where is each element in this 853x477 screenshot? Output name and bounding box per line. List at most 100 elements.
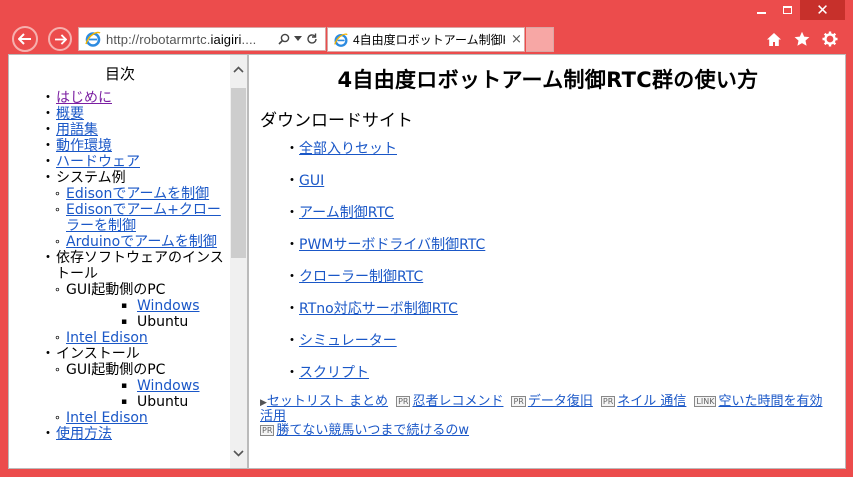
list-item: アーム制御RTC [285,203,845,235]
toc-subitem: GUI起動側のPC Windows Ubuntu [9,282,231,330]
toc-item: ハードウェア [9,154,231,170]
dropdown-icon[interactable] [294,36,302,42]
url-text: http://robotarmrtc.iaigiri.... [106,32,274,47]
scroll-thumb[interactable] [231,88,246,258]
toc-subsubitem: Windows [9,298,231,314]
toc-item: 依存ソフトウェアのインストール GUI起動側のPC Windows Ubuntu… [9,250,231,346]
maximize-button[interactable] [774,0,800,20]
toc-item: 使用方法 [9,426,231,442]
pr-badge: PR [511,396,526,407]
toc-list: はじめに 概要 用語集 動作環境 ハードウェア システム例 Edisonでアーム… [9,90,231,442]
toc-link-edison-arm[interactable]: Edisonでアームを制御 [66,186,209,202]
toc-subitem: GUI起動側のPC Windows Ubuntu [9,362,231,410]
ie-logo-icon [334,33,348,47]
download-link[interactable]: クローラー制御RTC [299,269,423,285]
toc-label-deps-ubuntu: Ubuntu [137,314,189,330]
ad-link[interactable]: 忍者レコメンド [412,394,503,409]
download-links: 全部入りセット GUI アーム制御RTC PWMサーボドライバ制御RTC クロー… [285,139,845,395]
pr-badge: PR [260,425,275,436]
toc-item: インストール GUI起動側のPC Windows Ubuntu Intel Ed… [9,346,231,426]
back-arrow-icon [18,33,31,45]
toc-subsubitem: Ubuntu [9,394,231,410]
toc-link-install-edison[interactable]: Intel Edison [66,410,148,426]
toc-subitem: Arduinoでアームを制御 [9,234,231,250]
ad-link[interactable]: データ復旧 [528,394,593,409]
toc-subsubitem: Windows [9,378,231,394]
ad-link[interactable]: セットリスト まとめ [267,394,388,409]
toc-label-install-gui: GUI起動側のPC [66,362,166,378]
url-host: http://robotarmrtc. [106,31,211,47]
link-badge: LINK [694,396,717,407]
toc-link-environment[interactable]: 動作環境 [56,138,112,154]
address-tools [278,33,318,45]
favorites-star-icon[interactable] [793,30,811,48]
download-link[interactable]: GUI [299,173,324,189]
page-content: 目次 はじめに 概要 用語集 動作環境 ハードウェア システム例 Edisonで… [8,54,846,469]
download-link[interactable]: アーム制御RTC [299,205,394,221]
list-item: スクリプト [285,363,845,395]
maximize-icon [782,6,792,14]
minimize-button[interactable] [748,0,774,20]
list-item: シミュレーター [285,331,845,363]
toc-link-overview[interactable]: 概要 [56,106,84,122]
tab-close-icon[interactable]: × [511,32,522,47]
new-tab-button[interactable] [526,27,554,52]
address-bar[interactable]: http://robotarmrtc.iaigiri.... [78,27,326,51]
forward-button[interactable] [48,27,72,51]
ad-link[interactable]: 勝てない競馬いつまで続けるのw [276,423,469,438]
refresh-icon[interactable] [306,33,318,45]
close-window-button[interactable]: ✕ [800,0,845,20]
toc-item: システム例 Edisonでアームを制御 Edisonでアーム+クローラーを制御 … [9,170,231,250]
ad-links: ▶セットリスト まとめ PR 忍者レコメンド PR データ復旧 PR ネイル 通信 LINK 空… [260,395,830,438]
url-rest: .... [241,31,257,47]
toc-link-intro[interactable]: はじめに [56,90,112,106]
minimize-icon [756,12,766,14]
forward-arrow-icon [54,33,67,45]
ad-link[interactable]: ネイル 通信 [617,394,686,409]
toc-subitem: Edisonでアーム+クローラーを制御 [9,202,231,234]
download-link[interactable]: RTno対応サーボ制御RTC [299,301,458,317]
toc-panel: 目次 はじめに 概要 用語集 動作環境 ハードウェア システム例 Edisonで… [9,55,231,442]
window-caption-buttons: ✕ [748,0,845,22]
scroll-down-icon[interactable] [230,445,247,462]
section-heading: ダウンロードサイト [260,111,413,131]
toc-link-hardware[interactable]: ハードウェア [56,154,140,170]
home-icon[interactable] [765,30,783,48]
close-icon: ✕ [816,0,829,19]
browser-window: ✕ http://robotarmrtc.iaigiri.... 4自由度ロボッ… [0,0,853,477]
list-item: GUI [285,171,845,203]
toc-subitem: Edisonでアームを制御 [9,186,231,202]
list-item: RTno対応サーボ制御RTC [285,299,845,331]
toc-subitem: Intel Edison [9,410,231,426]
back-button[interactable] [12,26,38,52]
search-icon[interactable] [278,33,290,45]
toc-link-edison-crawler[interactable]: Edisonでアーム+クローラーを制御 [66,202,221,234]
download-link[interactable]: PWMサーボドライバ制御RTC [299,237,485,253]
toc-label-install-ubuntu: Ubuntu [137,394,189,410]
toc-link-deps-windows[interactable]: Windows [137,298,200,314]
download-link[interactable]: スクリプト [299,365,369,381]
tab-title: 4自由度ロボットアーム制御R... [353,33,505,47]
download-link[interactable]: 全部入りセット [299,141,397,157]
toc-link-usage[interactable]: 使用方法 [56,426,112,442]
toc-link-glossary[interactable]: 用語集 [56,122,98,138]
toc-item: はじめに [9,90,231,106]
toc-link-arduino-arm[interactable]: Arduinoでアームを制御 [66,234,217,250]
toc-sublist: GUI起動側のPC Windows Ubuntu Intel Edison [54,282,231,346]
toc-label-system: システム例 [56,170,126,186]
toc-subsublist: Windows Ubuntu [66,298,231,330]
navigation-bar: http://robotarmrtc.iaigiri.... 4自由度ロボットア… [0,24,853,54]
toc-item: 動作環境 [9,138,231,154]
toc-link-install-windows[interactable]: Windows [137,378,200,394]
download-link[interactable]: シミュレーター [299,333,397,349]
main-panel: 4自由度ロボットアーム制御RTC群の使い方 ダウンロードサイト 全部入りセット … [251,55,845,468]
toc-subsubitem: Ubuntu [9,314,231,330]
toolbar-right [765,30,839,48]
toc-item: 概要 [9,106,231,122]
toc-scrollbar[interactable] [230,55,247,468]
settings-gear-icon[interactable] [821,30,839,48]
scroll-up-icon[interactable] [230,61,247,78]
toc-link-deps-edison[interactable]: Intel Edison [66,330,148,346]
url-domain: iaigiri [210,31,242,47]
tab-active[interactable]: 4自由度ロボットアーム制御R... × [327,27,525,52]
